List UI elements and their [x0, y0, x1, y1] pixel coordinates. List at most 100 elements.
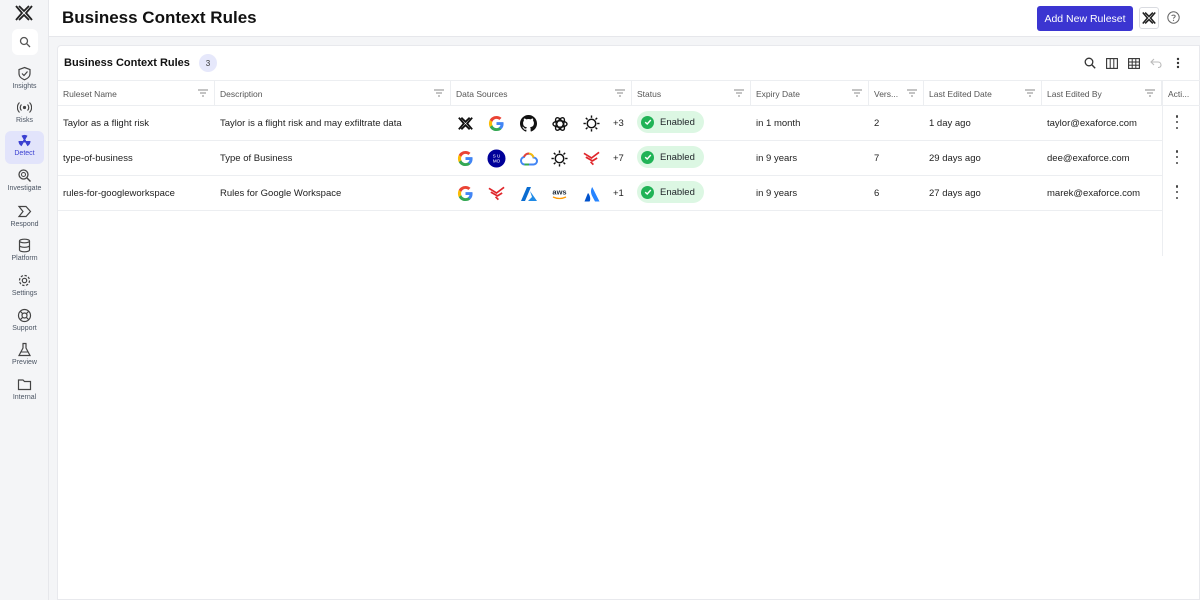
sidebar-search-button[interactable] [12, 29, 38, 55]
radar-icon [17, 102, 32, 113]
check-circle-icon [641, 185, 654, 199]
folder-icon [17, 379, 32, 391]
help-icon [1167, 11, 1180, 24]
more-sources-count[interactable]: +7 [613, 141, 624, 175]
column-header-data-sources[interactable]: Data Sources [451, 81, 632, 106]
ruleset-name[interactable]: rules-for-googleworkspace [63, 176, 175, 210]
ruleset-description: Taylor is a flight risk and may exfiltra… [220, 117, 402, 129]
more-sources-count[interactable]: +1 [613, 176, 624, 210]
search-icon [1084, 57, 1096, 69]
sidebar-item-label: Insights [12, 83, 37, 90]
sidebar-item-support[interactable]: Support [5, 306, 44, 339]
sidebar-item-label: Settings [11, 290, 38, 297]
page-title: Business Context Rules [62, 8, 257, 27]
actions-column [1162, 80, 1200, 256]
help-button[interactable] [1167, 11, 1180, 24]
kebab-menu-icon [1175, 115, 1179, 118]
filter-icon[interactable] [734, 89, 744, 97]
sidebar-item-label: Internal [12, 394, 37, 401]
table-row[interactable]: type-of-business Type of Business S U MO … [58, 141, 1163, 176]
sidebar-item-risks[interactable]: Risks [5, 98, 44, 131]
filter-icon[interactable] [1025, 89, 1035, 97]
svg-text:MO: MO [493, 159, 501, 164]
last-edited-date: 29 days ago [929, 152, 981, 164]
column-header-status[interactable]: Status [632, 81, 751, 106]
filter-icon[interactable] [852, 89, 862, 97]
filter-icon[interactable] [1145, 89, 1155, 97]
exaforce-logo-icon[interactable] [14, 4, 34, 22]
table-row[interactable]: rules-for-googleworkspace Rules for Goog… [58, 176, 1163, 211]
version: 7 [874, 152, 880, 164]
exaforce-assistant-button[interactable] [1139, 7, 1159, 29]
flask-icon [18, 342, 31, 357]
version: 6 [874, 187, 880, 199]
azure-icon [519, 184, 538, 203]
sidebar-item-label: Investigate [7, 185, 42, 192]
rules-table-card: Business Context Rules 3 Ruleset Name De… [57, 45, 1200, 600]
undo-button[interactable] [1149, 56, 1163, 70]
table-row[interactable]: Taylor as a flight risk Taylor is a flig… [58, 106, 1163, 141]
sidebar-item-platform[interactable]: Platform [5, 236, 44, 269]
table-title: Business Context Rules [64, 57, 190, 69]
sidebar-item-label: Detect [14, 150, 35, 157]
row-actions-button[interactable] [1172, 115, 1182, 129]
filter-icon[interactable] [198, 89, 208, 97]
ruleset-name[interactable]: type-of-business [63, 141, 133, 175]
ruleset-name[interactable]: Taylor as a flight risk [63, 106, 149, 140]
sidebar: Insights Risks Detect Investigate Respon… [0, 0, 49, 600]
filter-icon[interactable] [907, 89, 917, 97]
sumo-logic-icon: S U MO [487, 149, 506, 168]
column-header-last-edited-date[interactable]: Last Edited Date [924, 81, 1042, 106]
sidebar-item-preview[interactable]: Preview [5, 340, 44, 373]
sidebar-item-label: Preview [12, 359, 37, 366]
add-new-ruleset-button[interactable]: Add New Ruleset [1037, 6, 1133, 31]
sidebar-item-investigate[interactable]: Investigate [5, 166, 44, 199]
filter-icon[interactable] [615, 89, 625, 97]
column-header-ruleset-name[interactable]: Ruleset Name [58, 81, 215, 106]
sidebar-item-label: Risks [15, 117, 34, 124]
last-edited-date: 1 day ago [929, 117, 971, 129]
aws-icon: aws [550, 184, 569, 203]
table-header: Ruleset Name Description Data Sources St… [58, 80, 1200, 106]
sidebar-item-insights[interactable]: Insights [5, 64, 44, 97]
shield-check-icon [18, 66, 31, 81]
fortinet-icon [582, 149, 601, 168]
table-search-button[interactable] [1083, 56, 1097, 70]
columns-button[interactable] [1105, 56, 1119, 70]
sidebar-item-internal[interactable]: Internal [5, 375, 44, 408]
column-header-description[interactable]: Description [215, 81, 451, 106]
radiation-icon [18, 134, 31, 147]
sidebar-item-detect[interactable]: Detect [5, 131, 44, 164]
column-header-last-edited-by[interactable]: Last Edited By [1042, 81, 1162, 106]
status-badge: Enabled [637, 111, 704, 133]
column-header-version[interactable]: Vers... [869, 81, 924, 106]
last-edited-by: taylor@exaforce.com [1047, 117, 1137, 129]
check-circle-icon [641, 150, 654, 164]
github-icon [519, 114, 538, 133]
sidebar-item-settings[interactable]: Settings [5, 271, 44, 304]
kebab-menu-icon [1176, 57, 1180, 69]
filter-icon[interactable] [434, 89, 444, 97]
expiry-date: in 1 month [756, 117, 801, 129]
ruleset-description: Type of Business [220, 152, 293, 164]
database-icon [18, 238, 31, 253]
more-sources-count[interactable]: +3 [613, 106, 624, 140]
sidebar-item-respond[interactable]: Respond [5, 202, 44, 235]
openai-icon [550, 114, 569, 133]
count-badge: 3 [199, 54, 217, 72]
density-button[interactable] [1127, 56, 1141, 70]
column-header-expiry-date[interactable]: Expiry Date [751, 81, 869, 106]
svg-text:aws: aws [552, 187, 566, 196]
last-edited-by: dee@exaforce.com [1047, 152, 1130, 164]
google-icon [487, 114, 506, 133]
expiry-date: in 9 years [756, 152, 798, 164]
top-bar: Business Context Rules Add New Ruleset [49, 0, 1200, 37]
row-actions-button[interactable] [1172, 150, 1182, 164]
sidebar-item-label: Support [12, 325, 37, 332]
more-options-button[interactable] [1171, 56, 1185, 70]
expiry-date: in 9 years [756, 187, 798, 199]
status-badge: Enabled [637, 146, 704, 168]
kebab-menu-icon [1175, 150, 1179, 153]
atlassian-icon [582, 184, 601, 203]
row-actions-button[interactable] [1172, 185, 1182, 199]
